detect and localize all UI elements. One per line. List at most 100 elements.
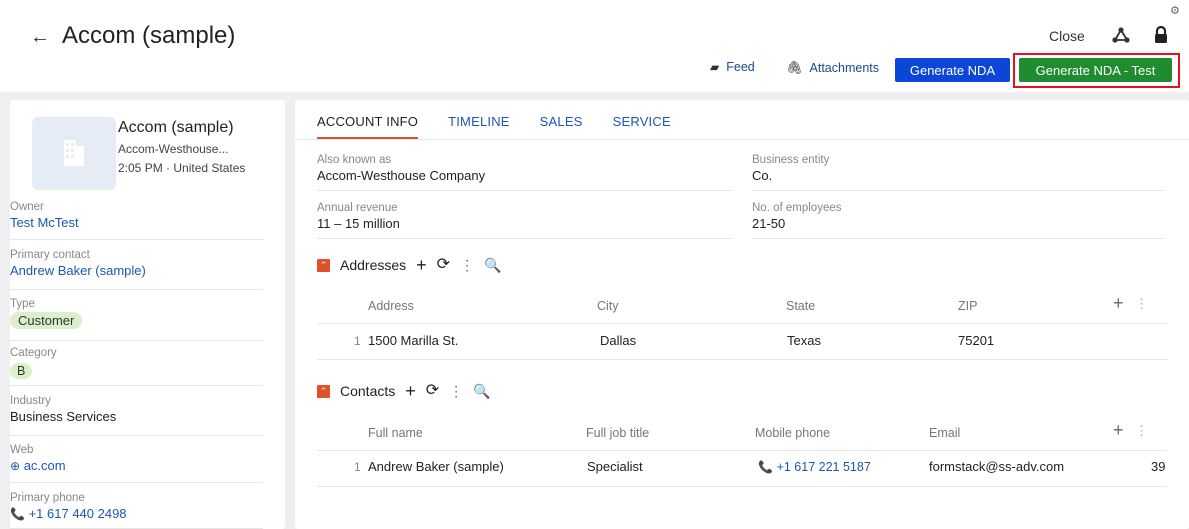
account-time-location: 2:05 PM · United States [118,161,246,175]
category-field: Category B [10,346,263,386]
annual-revenue-value: 11 – 15 million [317,216,400,231]
phone-icon: 📞 [10,507,25,521]
annual-revenue-label: Annual revenue [317,202,398,214]
type-field: Type Customer [10,297,263,341]
contacts-header-divider [317,450,1167,451]
industry-label: Industry [10,395,51,407]
web-link[interactable]: ac.com [24,458,66,473]
phone-icon: 📞 [758,460,773,474]
collapse-addresses-icon[interactable]: ⌃ [317,258,330,272]
collapse-contacts-icon[interactable]: ⌃ [317,384,330,398]
contacts-row-divider [317,486,1167,487]
industry-value: Business Services [10,409,117,424]
job-title-cell: Specialist [587,459,643,474]
web-field: Web ⊕ ac.com [10,443,263,483]
contacts-col-job-title[interactable]: Full job title [586,426,649,440]
employees-field: No. of employees 21-50 [752,201,1165,239]
account-summary-panel: Accom (sample) Accom-Westhouse... 2:05 P… [10,100,285,529]
primary-phone-label: Primary phone [10,492,85,504]
business-entity-field: Business entity Co. [752,153,1165,191]
type-label: Type [10,298,35,310]
refresh-addresses-icon[interactable]: ⟳ [437,257,450,273]
owner-field: Owner Test McTest [10,200,263,240]
add-contact-column-icon[interactable]: + [1113,420,1124,441]
truncated-cell: 39 [1151,459,1166,474]
primary-phone-field: Primary phone 📞 +1 617 440 2498 [10,491,263,529]
category-label: Category [10,347,57,359]
contacts-col-mobile-phone[interactable]: Mobile phone [755,426,830,440]
add-contact-icon[interactable]: + [405,382,416,400]
contact-name-link[interactable]: Andrew Baker (sample) [368,459,504,474]
account-logo [32,117,116,190]
also-known-as-value: Accom-Westhouse Company [317,168,486,183]
refresh-contacts-icon[interactable]: ⟳ [426,383,439,399]
also-known-as-label: Also known as [317,154,392,166]
addresses-more-icon[interactable]: ⋮ [460,258,474,272]
add-column-icon[interactable]: + [1113,293,1124,314]
city-link[interactable]: Dallas [600,333,636,348]
search-addresses-icon[interactable]: 🔍 [484,258,501,272]
annual-revenue-field: Annual revenue 11 – 15 million [317,201,732,239]
lock-icon[interactable] [1150,24,1172,46]
network-icon[interactable] [1108,22,1134,48]
addresses-col-zip[interactable]: ZIP [958,299,977,313]
primary-contact-label: Primary contact [10,249,90,261]
owner-link[interactable]: Test McTest [10,214,263,232]
addresses-col-address[interactable]: Address [368,299,414,313]
page-title: Accom (sample) [62,22,236,49]
search-contacts-icon[interactable]: 🔍 [473,384,490,398]
generate-nda-button[interactable]: Generate NDA [895,58,1010,82]
account-name: Accom (sample) [118,119,234,136]
primary-phone-link[interactable]: +1 617 440 2498 [29,506,127,521]
mobile-phone-link[interactable]: +1 617 221 5187 [777,460,871,474]
business-entity-label: Business entity [752,154,830,166]
contacts-more-icon[interactable]: ⋮ [449,384,463,398]
primary-contact-link[interactable]: Andrew Baker (sample) [10,262,263,280]
account-subtitle: Accom-Westhouse... [118,142,229,156]
type-badge: Customer [10,312,83,329]
add-address-icon[interactable]: + [416,256,427,274]
tab-service[interactable]: SERVICE [613,114,671,139]
tab-bar: ACCOUNT INFO TIMELINE SALES SERVICE [317,114,701,139]
addresses-col-city[interactable]: City [597,299,619,313]
globe-icon: ⊕ [10,459,21,473]
owner-label: Owner [10,201,44,213]
attachments-button[interactable]: 🖇 Attachments [786,60,879,76]
paperclip-icon: 🖇 [786,60,803,75]
row-number: 1 [354,460,361,474]
row-number: 1 [354,334,361,348]
state-link[interactable]: Texas [787,333,821,348]
back-arrow-icon[interactable]: ← [30,26,50,49]
contact-columns-more-icon[interactable]: ⋮ [1135,423,1148,439]
employees-value: 21-50 [752,216,786,231]
contacts-col-email[interactable]: Email [929,426,960,440]
contacts-title: Contacts [340,383,396,399]
also-known-as-field: Also known as Accom-Westhouse Company [317,153,732,191]
feed-icon: ▰ [710,60,720,74]
tab-timeline[interactable]: TIMELINE [448,114,510,139]
addresses-row-divider [317,359,1167,360]
category-badge: B [10,363,33,379]
web-label: Web [10,444,34,456]
columns-more-icon[interactable]: ⋮ [1135,296,1148,312]
gear-icon[interactable]: ⚙ [1170,4,1180,17]
close-button[interactable]: Close [1049,28,1085,44]
addresses-col-state[interactable]: State [786,299,815,313]
addresses-title: Addresses [340,257,407,273]
contacts-section-header: ⌃ Contacts + ⟳ ⋮ 🔍 [317,382,491,400]
business-entity-value: Co. [752,168,773,183]
email-link[interactable]: formstack@ss-adv.com [929,459,1064,474]
primary-contact-field: Primary contact Andrew Baker (sample) [10,248,263,290]
highlight-box [1013,53,1180,88]
contacts-col-full-name[interactable]: Full name [368,426,423,440]
feed-button[interactable]: ▰ Feed [710,60,755,74]
employees-label: No. of employees [752,202,842,214]
zip-cell: 75201 [958,333,995,348]
tab-divider [295,139,1189,140]
tab-sales[interactable]: SALES [540,114,583,139]
tab-account-info[interactable]: ACCOUNT INFO [317,114,419,139]
building-icon [64,140,84,166]
industry-field: Industry Business Services [10,394,263,436]
top-bar: ⚙ ← Accom (sample) Close ▰ Feed 🖇 Attach… [0,0,1189,92]
address-cell: 1500 Marilla St. [368,333,459,348]
